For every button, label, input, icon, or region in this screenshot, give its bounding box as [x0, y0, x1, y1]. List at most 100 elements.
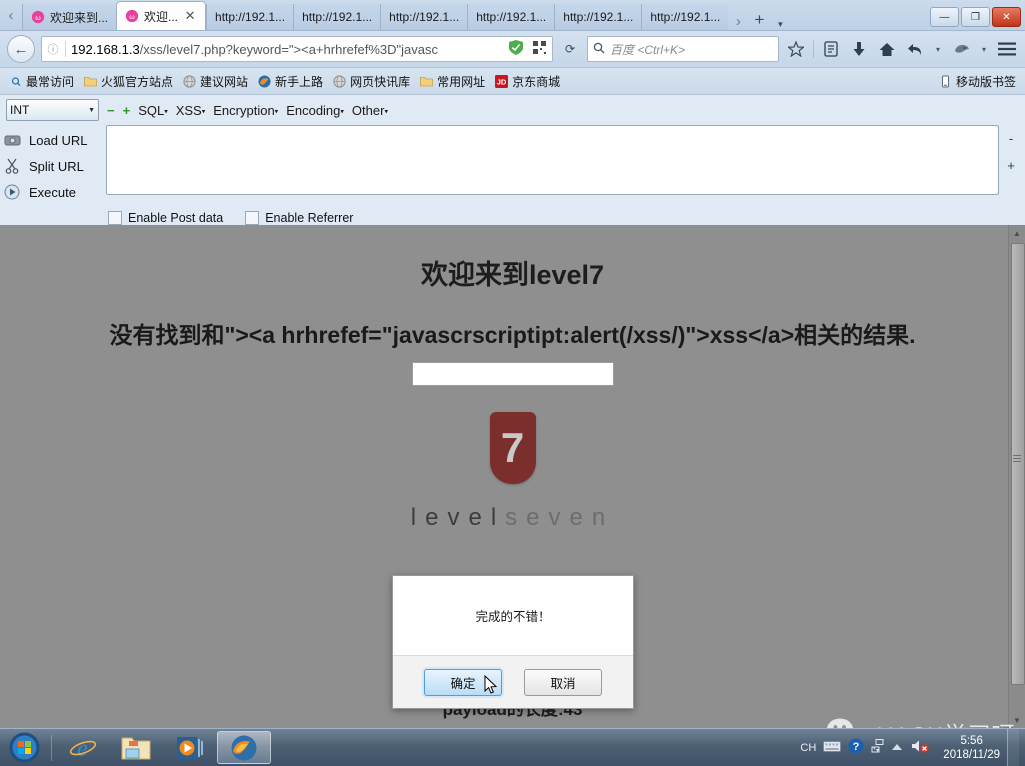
browser-tab[interactable]: http://192.1...: [206, 4, 294, 30]
bookmark-item[interactable]: 火狐官方站点: [81, 72, 176, 91]
hackbar-menu-encryption[interactable]: Encryption▾: [213, 103, 278, 118]
divider: [51, 734, 52, 761]
folder-icon: [84, 76, 97, 86]
xss-flower-icon: ω: [125, 9, 139, 23]
hackbar-type-select[interactable]: INT ▼: [6, 99, 99, 121]
tab-scroll-right-button[interactable]: ›: [728, 13, 748, 30]
ime-indicator[interactable]: CH: [800, 742, 816, 754]
show-desktop-button[interactable]: [1007, 729, 1019, 766]
browser-tab[interactable]: http://192.1...: [380, 4, 468, 30]
reload-button[interactable]: ⟳: [559, 37, 581, 61]
taskbar-item-firefox[interactable]: [217, 731, 271, 764]
svg-text:e: e: [77, 736, 88, 762]
url-text: 192.168.1.3/xss/level7.php?keyword="><a+…: [71, 42, 502, 57]
url-host: 192.168.1.3: [71, 41, 140, 57]
enable-post-data-checkbox[interactable]: Enable Post data: [108, 211, 223, 225]
mobile-bookmarks-label: 移动版书签: [955, 74, 1016, 89]
start-button[interactable]: [0, 732, 48, 763]
windows-taskbar: e CH ? ▾ 5:56 2018/11/29: [0, 728, 1025, 766]
url-path: /xss/level7.php?keyword="><a+hrhrefef%3D…: [139, 41, 438, 57]
browser-tab[interactable]: http://192.1...: [641, 4, 729, 30]
qrcode-icon[interactable]: [530, 41, 548, 57]
bookmark-label: 京东商城: [512, 74, 561, 89]
fox-addon-icon[interactable]: [950, 37, 972, 61]
hackbar-menu-encoding[interactable]: Encoding▾: [286, 103, 344, 118]
chevron-down-icon[interactable]: ▾: [770, 19, 790, 30]
checkbox-box[interactable]: [245, 211, 260, 225]
browser-tab[interactable]: http://192.1...: [554, 4, 642, 30]
close-window-button[interactable]: ✕: [992, 7, 1021, 27]
browser-tab-active[interactable]: ω 欢迎... ✕: [116, 1, 207, 30]
address-bar[interactable]: ⓘ 192.168.1.3/xss/level7.php?keyword="><…: [41, 36, 553, 62]
caret-icon: ▾: [164, 108, 168, 116]
download-arrow-icon[interactable]: [848, 37, 870, 61]
jd-icon: JD: [495, 74, 509, 88]
browser-tab[interactable]: http://192.1...: [293, 4, 381, 30]
caret-icon: ▾: [201, 108, 206, 116]
bookmark-item[interactable]: 建议网站: [180, 72, 251, 91]
media-player-icon: [177, 736, 203, 759]
split-url-button[interactable]: Split URL: [2, 153, 102, 179]
tab-scroll-left-button[interactable]: ‹: [0, 0, 22, 30]
enable-referrer-checkbox[interactable]: Enable Referrer: [245, 211, 353, 225]
hackbar-zoom-controls: - +: [1003, 125, 1019, 205]
firefox-icon: [258, 75, 271, 87]
close-icon[interactable]: ✕: [183, 9, 197, 22]
volume-muted-icon[interactable]: [910, 738, 930, 757]
chevron-down-icon[interactable]: ▾: [932, 37, 944, 61]
execute-button[interactable]: Execute: [2, 179, 102, 205]
dialog-cancel-button[interactable]: 取消: [524, 668, 602, 696]
hackbar-type-value: INT: [10, 103, 30, 117]
tab-title: http://192.1...: [650, 10, 721, 24]
internet-explorer-icon: e: [69, 736, 96, 762]
restore-button[interactable]: ❐: [961, 7, 990, 27]
search-bar[interactable]: 百度 <Ctrl+K>: [587, 36, 779, 62]
hackbar-menu-other[interactable]: Other▾: [352, 103, 388, 118]
minus-icon[interactable]: −: [107, 103, 115, 118]
minimize-button[interactable]: —: [930, 7, 959, 27]
star-icon[interactable]: [785, 37, 807, 61]
hackbar-menu-sql[interactable]: SQL▾: [138, 103, 168, 118]
bookmark-item[interactable]: JD 京东商城: [492, 72, 563, 91]
hamburger-menu-icon[interactable]: [996, 37, 1018, 61]
hackbar-url-textarea[interactable]: [106, 125, 999, 195]
info-circle-icon[interactable]: ⓘ: [46, 41, 60, 57]
load-url-button[interactable]: Load URL: [2, 127, 102, 153]
shield-icon[interactable]: [507, 40, 525, 58]
bookmark-label: 网页快讯库: [350, 74, 411, 89]
keyboard-icon[interactable]: [823, 740, 842, 755]
taskbar-item-file-explorer[interactable]: [109, 731, 163, 764]
plus-icon[interactable]: +: [123, 103, 131, 118]
mobile-bookmarks-item[interactable]: 移动版书签: [936, 72, 1019, 91]
network-icon[interactable]: ▾: [871, 739, 884, 756]
zoom-out-button[interactable]: -: [1009, 131, 1013, 146]
bookmark-item[interactable]: 最常访问: [6, 72, 77, 91]
bookmark-item[interactable]: 新手上路: [255, 72, 326, 91]
checkbox-box[interactable]: [108, 211, 122, 225]
page-viewport: 欢迎来到level7 没有找到和"><a hrhrefef="javascrsc…: [0, 225, 1025, 728]
modal-overlay: 完成的不错！ 确定 取消: [0, 225, 1025, 728]
browser-tab[interactable]: ω 欢迎来到...: [22, 4, 117, 30]
reader-list-icon[interactable]: [820, 37, 842, 61]
hackbar-menu-xss[interactable]: XSS▾: [176, 103, 206, 118]
help-blue-icon[interactable]: ?: [848, 738, 864, 757]
play-circle-icon: [2, 183, 22, 201]
taskbar-item-media-player[interactable]: [163, 731, 217, 764]
browser-tab[interactable]: http://192.1...: [467, 4, 555, 30]
bookmark-item[interactable]: 常用网址: [417, 72, 488, 91]
folder-icon: [420, 76, 433, 86]
show-hidden-icons-icon[interactable]: [891, 741, 903, 755]
back-button[interactable]: ←: [7, 35, 35, 63]
system-tray: CH ? ▾ 5:56 2018/11/29: [800, 729, 1025, 766]
taskbar-clock[interactable]: 5:56 2018/11/29: [937, 734, 1000, 762]
menu-label: Encoding: [286, 102, 341, 118]
menu-label: Encryption: [213, 102, 275, 118]
zoom-in-button[interactable]: +: [1007, 158, 1015, 173]
home-icon[interactable]: [876, 37, 898, 61]
new-tab-button[interactable]: +: [748, 10, 770, 30]
taskbar-item-internet-explorer[interactable]: e: [55, 731, 109, 764]
back-arrow-history-icon[interactable]: [904, 37, 926, 61]
bookmark-item[interactable]: 网页快讯库: [330, 72, 413, 91]
chevron-down-icon[interactable]: ▾: [978, 37, 990, 61]
browser-chrome: ‹ ω 欢迎来到... ω 欢迎... ✕ http://192.1... ht…: [0, 0, 1025, 228]
